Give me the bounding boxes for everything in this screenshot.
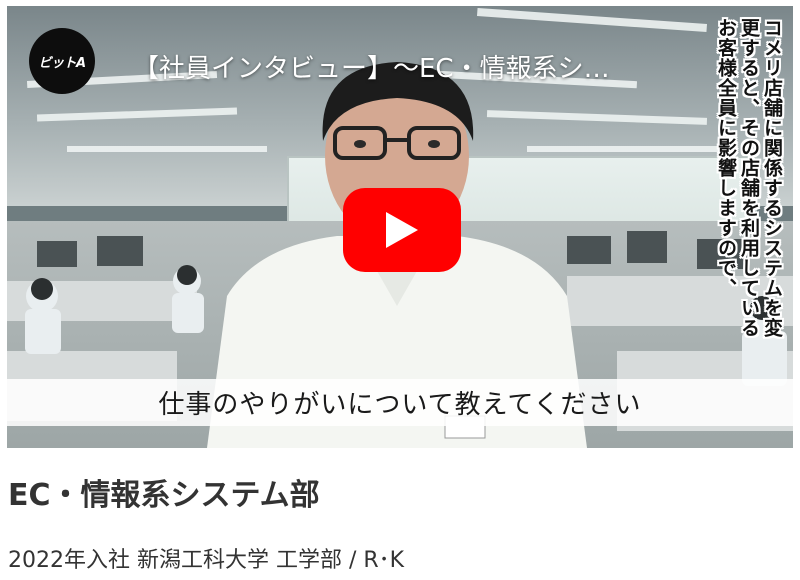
caption-text: 仕事のやりがいについて教えてください bbox=[158, 390, 642, 420]
vertical-subtitle: コメリ店舗に関係するシステムを変更すると、その店舗を利用しているお客様全員に影響… bbox=[715, 18, 783, 338]
caption-band: 仕事のやりがいについて教えてください bbox=[7, 379, 793, 426]
department-heading: EC・情報系システム部 bbox=[8, 478, 320, 513]
video-player[interactable]: ビットA 【社員インタビュー】～EC・情報系シ… コメリ店舗に関係するシステムを… bbox=[7, 6, 793, 448]
video-title[interactable]: 【社員インタビュー】～EC・情報系シ… bbox=[133, 54, 693, 84]
play-button[interactable] bbox=[343, 188, 461, 272]
channel-logo[interactable]: ビットA bbox=[29, 28, 95, 94]
play-icon bbox=[386, 212, 418, 248]
channel-logo-text: ビットA bbox=[38, 55, 86, 71]
employee-profile: 2022年入社 新潟工科大学 工学部 / R･K bbox=[8, 548, 405, 573]
